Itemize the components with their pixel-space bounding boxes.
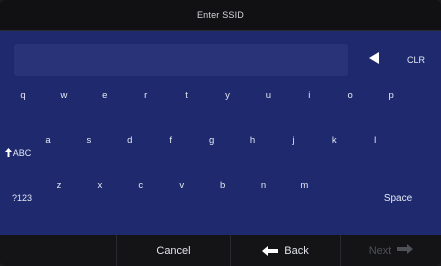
- shift-key[interactable]: ABC: [0, 138, 36, 168]
- cancel-button-label: Cancel: [156, 244, 191, 257]
- key-x[interactable]: x: [82, 172, 118, 198]
- key-b[interactable]: b: [205, 172, 241, 198]
- key-k[interactable]: k: [316, 127, 352, 153]
- bottom-spacer: [0, 235, 116, 266]
- key-z[interactable]: z: [41, 172, 77, 198]
- key-j[interactable]: j: [275, 127, 311, 153]
- triangle-left-icon: [367, 51, 381, 70]
- next-button-label: Next: [368, 244, 392, 257]
- key-u[interactable]: u: [250, 82, 286, 108]
- key-o[interactable]: o: [332, 82, 368, 108]
- arrow-right-icon: [397, 244, 414, 257]
- key-y[interactable]: y: [210, 82, 246, 108]
- key-r[interactable]: r: [128, 82, 164, 108]
- next-button[interactable]: Next: [340, 235, 441, 266]
- page-title: Enter SSID: [196, 10, 245, 20]
- arrow-left-icon: [262, 245, 279, 256]
- key-l[interactable]: l: [357, 127, 393, 153]
- key-n[interactable]: n: [246, 172, 282, 198]
- backspace-key[interactable]: [362, 49, 386, 71]
- key-g[interactable]: g: [194, 127, 230, 153]
- key-i[interactable]: i: [291, 82, 327, 108]
- key-f[interactable]: f: [153, 127, 189, 153]
- key-h[interactable]: h: [235, 127, 271, 153]
- arrow-up-icon: [4, 147, 12, 159]
- key-e[interactable]: e: [87, 82, 123, 108]
- key-s[interactable]: s: [71, 127, 107, 153]
- space-key[interactable]: Space: [362, 183, 434, 213]
- cancel-button[interactable]: Cancel: [116, 235, 230, 266]
- key-c[interactable]: c: [123, 172, 159, 198]
- back-button[interactable]: Back: [230, 235, 340, 266]
- bottom-bar: Cancel Back Next: [0, 235, 441, 266]
- key-v[interactable]: v: [164, 172, 200, 198]
- on-screen-keyboard: CLR qwertyuiop asdfghjkl zxcvbnm ABC ?12…: [0, 31, 441, 235]
- ssid-input[interactable]: [14, 44, 348, 76]
- back-button-label: Back: [284, 244, 309, 257]
- ssid-entry-screen: Enter SSID CLR qwertyuiop asdfghjkl zxcv…: [0, 0, 441, 266]
- key-d[interactable]: d: [112, 127, 148, 153]
- clear-key[interactable]: CLR: [398, 49, 434, 71]
- shift-key-label: ABC: [12, 148, 32, 158]
- key-q[interactable]: q: [5, 82, 41, 108]
- key-t[interactable]: t: [169, 82, 205, 108]
- title-bar: Enter SSID: [0, 0, 441, 31]
- key-m[interactable]: m: [286, 172, 322, 198]
- key-p[interactable]: p: [373, 82, 409, 108]
- symbols-key[interactable]: ?123: [0, 183, 44, 213]
- key-w[interactable]: w: [46, 82, 82, 108]
